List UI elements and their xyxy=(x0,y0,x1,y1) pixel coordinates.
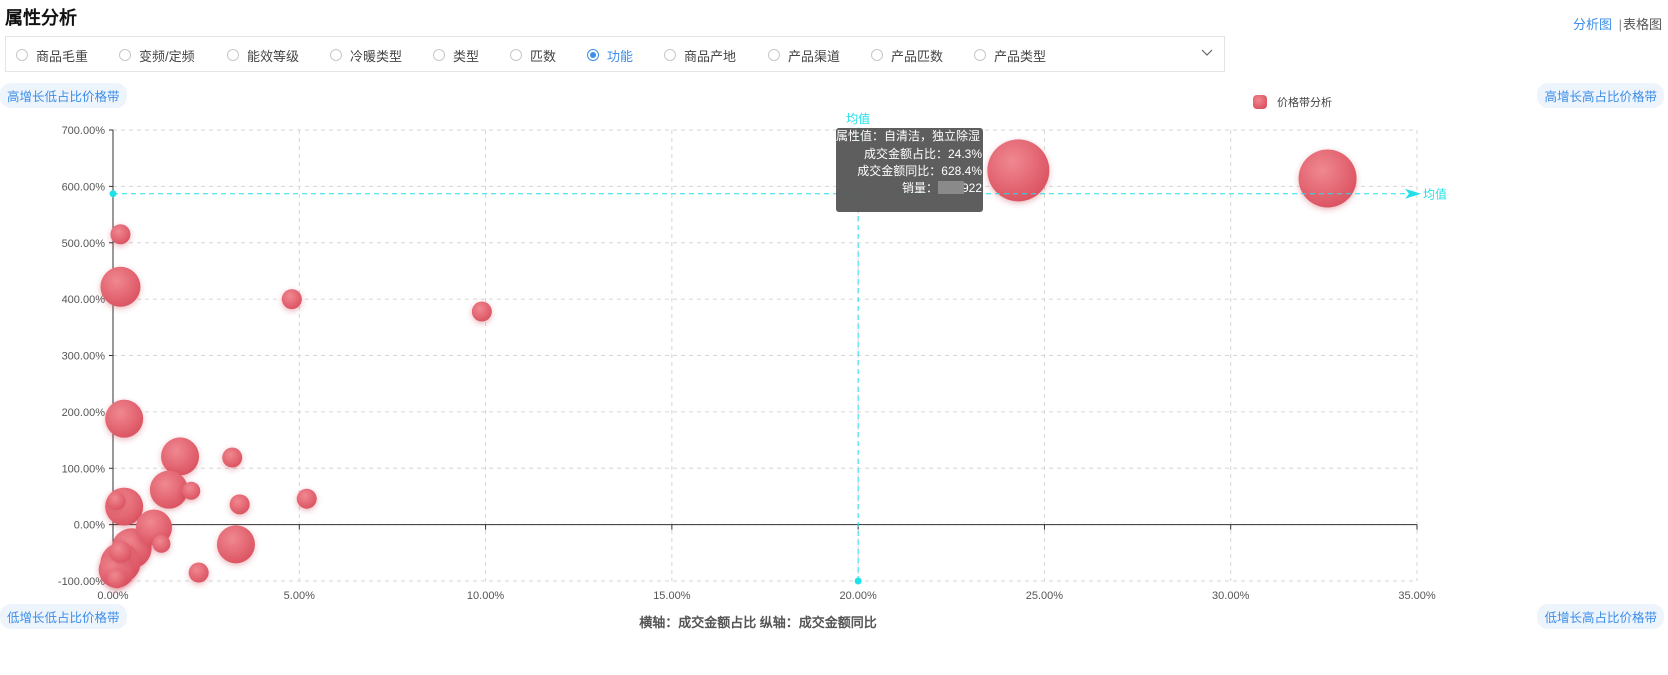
bubble-chart[interactable]: -100.00% 0.00% 100.00% 200.00% 300.00% 400.00… xyxy=(0,80,1668,610)
filter-option[interactable]: 匹数 xyxy=(510,47,557,64)
radio-icon xyxy=(974,49,986,61)
filter-option[interactable]: 冷暖类型 xyxy=(330,47,403,64)
analysis-view-link[interactable]: 分析图 xyxy=(1573,17,1612,32)
mean-start-dot xyxy=(854,577,862,585)
bubble-point[interactable] xyxy=(110,224,131,245)
y-tick-label: 600.00% xyxy=(62,181,106,193)
filter-option[interactable]: 商品产地 xyxy=(664,47,737,64)
filter-option-label: 冷暖类型 xyxy=(350,48,403,64)
bubble-point[interactable] xyxy=(105,399,144,438)
mean-label-horizontal: 均值 xyxy=(1423,187,1447,202)
filter-option[interactable]: 产品渠道 xyxy=(768,47,841,64)
filter-option-label: 类型 xyxy=(453,48,480,64)
radio-checked-icon xyxy=(587,49,599,61)
radio-icon xyxy=(768,49,780,61)
bubble-point[interactable] xyxy=(149,470,188,509)
bubble-point[interactable] xyxy=(152,534,171,553)
axis-caption: 横轴：成交金额占比 纵轴：成交金额同比 xyxy=(639,615,877,630)
radio-icon xyxy=(16,49,28,61)
filter-option-label: 商品毛重 xyxy=(36,48,89,64)
y-tick-label: 0.00% xyxy=(74,520,105,532)
filter-option-label: 匹数 xyxy=(530,48,557,64)
view-switch: 分析图 |表格图 xyxy=(1573,14,1662,33)
x-tick-label: 25.00% xyxy=(1026,590,1064,602)
filter-option-label: 产品匹数 xyxy=(891,48,944,64)
radio-icon xyxy=(119,49,131,61)
radio-icon xyxy=(664,49,676,61)
mean-lines: 均值均值 xyxy=(109,111,1447,585)
x-tick-label: 5.00% xyxy=(284,590,315,602)
filter-option-label: 产品类型 xyxy=(994,48,1047,64)
radio-icon xyxy=(433,49,445,61)
filter-option-selected[interactable]: 功能 xyxy=(587,47,634,64)
y-tick-label: 100.00% xyxy=(62,463,106,475)
bubble-point[interactable] xyxy=(1298,149,1357,208)
bubble-point[interactable] xyxy=(161,437,200,476)
legend-swatch xyxy=(1253,95,1267,109)
y-tick-label: 400.00% xyxy=(62,294,106,306)
filter-option[interactable]: 商品毛重 xyxy=(16,47,89,64)
bubble-point[interactable] xyxy=(222,447,243,468)
filter-option-label: 产品渠道 xyxy=(788,48,841,64)
mean-arrow-right-icon xyxy=(1405,188,1421,199)
tooltip: 属性值：自清洁，独立除湿 成交金额占比：24.3% 成交金额同比：628.4% … xyxy=(836,128,983,212)
attribute-filter-bar: 商品毛重 变频/定频 能效等级 冷暖类型 类型 匹数 功能 商品产地 产品渠道 … xyxy=(5,36,1225,72)
y-tick-label: 500.00% xyxy=(62,238,106,250)
x-tick-label: 20.00% xyxy=(839,590,877,602)
radio-icon xyxy=(227,49,239,61)
data-points[interactable] xyxy=(98,139,1357,589)
tooltip-yoy: 成交金额同比：628.4% xyxy=(857,163,982,178)
filter-option[interactable]: 产品类型 xyxy=(974,47,1047,64)
legend[interactable]: 价格带分析 xyxy=(1253,95,1332,109)
filter-option[interactable]: 变频/定频 xyxy=(119,47,195,64)
chevron-down-icon[interactable] xyxy=(1200,46,1214,60)
bubble-point[interactable] xyxy=(471,301,492,322)
table-view-link[interactable]: 表格图 xyxy=(1623,17,1662,32)
filter-option-label: 能效等级 xyxy=(247,48,300,64)
y-tick-label: 200.00% xyxy=(62,407,106,419)
radio-icon xyxy=(871,49,883,61)
radio-icon xyxy=(510,49,522,61)
view-separator: | xyxy=(1618,17,1622,32)
x-tick-label: 35.00% xyxy=(1398,590,1436,602)
bubble-point[interactable] xyxy=(216,525,255,564)
y-tick-label: -100.00% xyxy=(58,576,105,588)
tooltip-share: 成交金额占比：24.3% xyxy=(864,146,982,161)
x-tick-label: 0.00% xyxy=(97,590,128,602)
x-tick-label: 10.00% xyxy=(467,590,505,602)
y-tick-label: 300.00% xyxy=(62,351,106,363)
filter-option-label: 商品产地 xyxy=(684,48,737,64)
filter-option[interactable]: 能效等级 xyxy=(227,47,300,64)
x-tick-label: 15.00% xyxy=(653,590,691,602)
redacted-mask xyxy=(938,181,964,194)
bubble-point[interactable] xyxy=(296,488,317,509)
grid-lines xyxy=(113,129,1418,582)
filter-option-label: 变频/定频 xyxy=(139,48,195,64)
filter-option[interactable]: 产品匹数 xyxy=(871,47,944,64)
filter-option[interactable]: 类型 xyxy=(433,47,480,64)
page-title: 属性分析 xyxy=(5,8,77,28)
y-tick-label: 700.00% xyxy=(62,125,106,137)
bubble-point[interactable] xyxy=(100,266,141,307)
radio-icon xyxy=(330,49,342,61)
bubble-point[interactable] xyxy=(281,289,302,310)
bubble-point[interactable] xyxy=(229,494,250,515)
legend-label: 价格带分析 xyxy=(1277,95,1332,109)
bubble-point[interactable] xyxy=(188,562,209,583)
mean-label-vertical: 均值 xyxy=(846,111,870,126)
x-tick-label: 30.00% xyxy=(1212,590,1250,602)
bubble-point[interactable] xyxy=(107,491,126,510)
bubble-point[interactable] xyxy=(106,568,127,589)
mean-start-dot xyxy=(109,190,117,198)
bubble-point[interactable] xyxy=(182,481,201,500)
bubble-point[interactable] xyxy=(987,139,1050,202)
filter-option-label: 功能 xyxy=(607,48,634,64)
bubble-point[interactable] xyxy=(109,540,132,563)
axes: -100.00% 0.00% 100.00% 200.00% 300.00% 400.00… xyxy=(58,125,1436,602)
tooltip-attribute: 属性值：自清洁，独立除湿 xyxy=(836,128,980,143)
